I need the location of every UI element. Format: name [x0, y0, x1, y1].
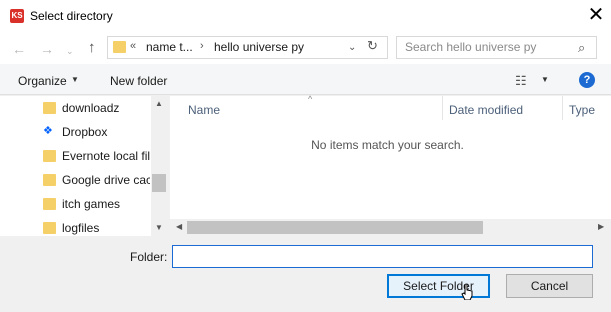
breadcrumb-item[interactable]: name t... — [146, 40, 193, 54]
refresh-icon[interactable]: ↻ — [367, 38, 378, 54]
mouse-cursor-icon — [461, 284, 473, 300]
sidebar-item-logfiles[interactable]: logfiles — [0, 217, 150, 239]
sidebar-scrollbar-thumb[interactable] — [152, 174, 166, 192]
cancel-button[interactable]: Cancel — [506, 274, 593, 298]
navigation-pane: downloadz ❖ Dropbox Evernote local fil G… — [0, 96, 168, 236]
folder-icon — [43, 222, 56, 234]
back-arrow-icon[interactable]: ← — [12, 41, 26, 57]
sidebar-item-label: logfiles — [62, 221, 100, 235]
folder-icon — [43, 102, 56, 114]
empty-state-message: No items match your search. — [311, 138, 464, 152]
search-icon[interactable]: ⌕ — [578, 40, 585, 56]
column-divider[interactable] — [442, 96, 443, 120]
file-list — [170, 96, 611, 236]
caret-down-icon[interactable]: ▼ — [541, 75, 549, 84]
dropbox-icon: ❖ — [43, 125, 53, 137]
breadcrumb-item[interactable]: hello universe py — [214, 40, 304, 54]
column-header-type[interactable]: Type — [569, 103, 595, 117]
sidebar-item-downloadz[interactable]: downloadz — [0, 97, 150, 119]
window-title: Select directory — [30, 9, 113, 23]
sidebar-item-label: Google drive cac — [62, 173, 150, 187]
sidebar-item-evernote[interactable]: Evernote local fil — [0, 145, 150, 167]
folder-icon — [43, 198, 56, 210]
folder-input[interactable] — [172, 245, 593, 268]
sidebar-scrollbar[interactable] — [151, 96, 168, 236]
up-arrow-icon[interactable]: ↑ — [88, 40, 96, 56]
forward-arrow-icon[interactable]: → — [40, 41, 54, 57]
close-icon[interactable]: ✕ — [586, 5, 606, 25]
scroll-down-icon[interactable]: ▼ — [155, 223, 163, 232]
scroll-right-icon[interactable]: ▶ — [598, 222, 604, 231]
folder-icon — [113, 41, 126, 53]
scroll-left-icon[interactable]: ◀ — [176, 222, 182, 231]
breadcrumb-overflow-icon[interactable]: « — [130, 40, 136, 52]
folder-icon — [43, 150, 56, 162]
new-folder-button[interactable]: New folder — [110, 74, 167, 88]
app-icon: KS — [10, 9, 24, 23]
sidebar-item-google-drive[interactable]: Google drive cac — [0, 169, 150, 191]
sidebar-item-label: Dropbox — [62, 125, 108, 139]
sidebar-item-label: Evernote local fil — [62, 149, 150, 163]
select-folder-button[interactable]: Select Folder — [387, 274, 490, 298]
column-header-date-modified[interactable]: Date modified — [449, 103, 523, 117]
recent-locations-chevron-icon[interactable]: ⌄ — [66, 43, 74, 59]
address-dropdown-icon[interactable]: ⌄ — [348, 42, 356, 53]
help-icon[interactable]: ? — [579, 72, 595, 88]
caret-down-icon[interactable]: ▼ — [71, 75, 79, 84]
breadcrumb-separator-icon[interactable]: › — [200, 40, 204, 52]
column-header-name[interactable]: Name — [188, 103, 220, 117]
horizontal-scrollbar-thumb[interactable] — [187, 221, 483, 234]
folder-icon — [43, 174, 56, 186]
folder-label: Folder: — [130, 250, 168, 264]
sidebar-item-label: itch games — [62, 197, 121, 211]
sidebar-item-label: downloadz — [62, 101, 120, 115]
scroll-up-icon[interactable]: ▲ — [155, 99, 163, 108]
search-placeholder: Search hello universe py — [405, 40, 537, 54]
column-divider[interactable] — [562, 96, 563, 120]
sidebar-item-itch-games[interactable]: itch games — [0, 193, 150, 215]
sort-indicator-icon: ^ — [308, 94, 313, 104]
view-options-icon[interactable]: ☷ — [515, 73, 527, 89]
organize-button[interactable]: Organize — [18, 74, 67, 88]
sidebar-item-dropbox[interactable]: ❖ Dropbox — [0, 121, 150, 143]
